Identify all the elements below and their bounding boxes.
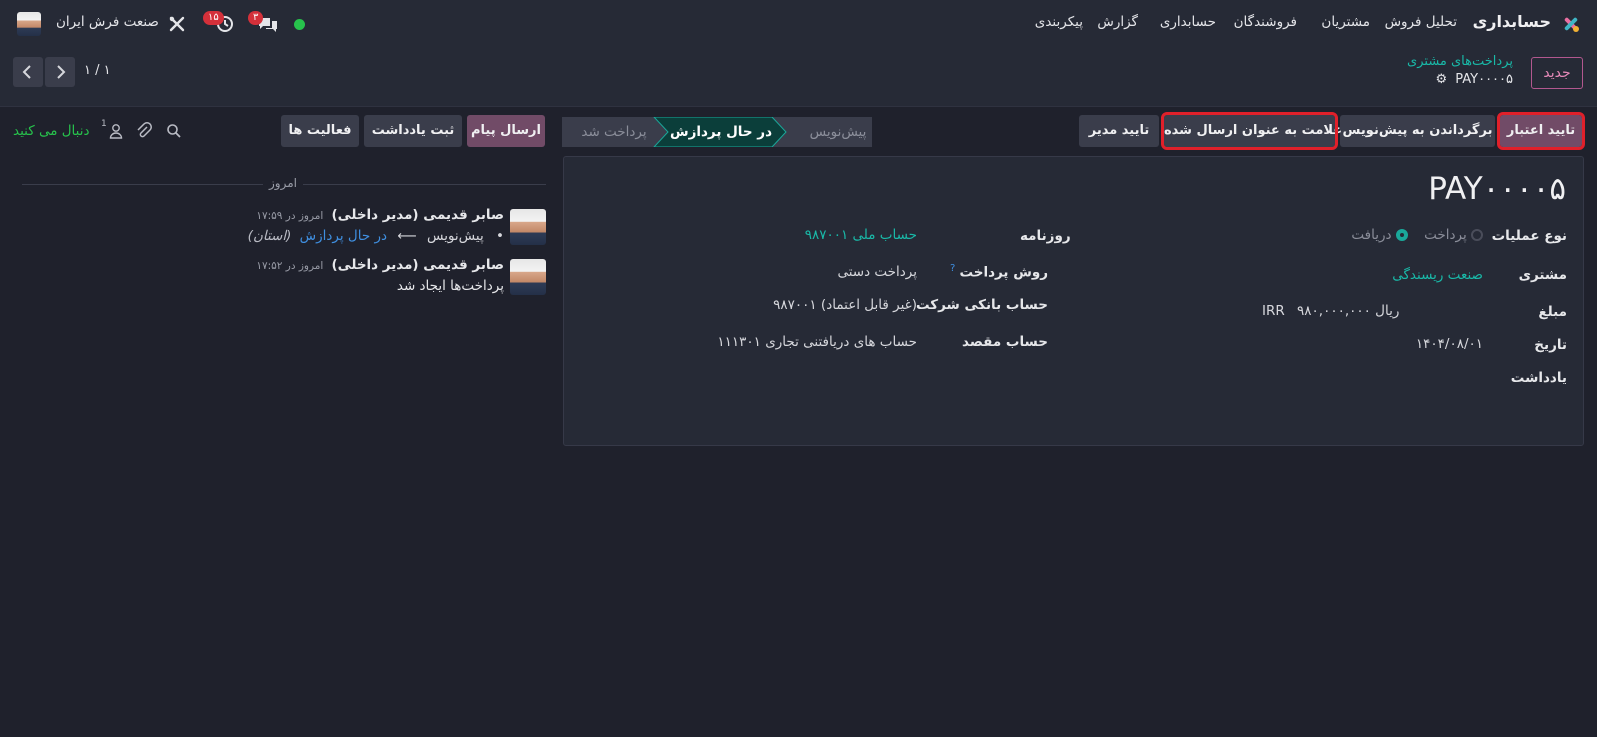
destination-account-label: حساب مقصد [962, 334, 1048, 350]
company-bank-account-value[interactable]: ۹۸۷۰۰۱ (غیر قابل اعتماد) [773, 297, 917, 313]
tracking-new-value: در حال پردازش [299, 228, 388, 244]
menu-reporting[interactable]: گزارش [1097, 14, 1138, 30]
message-author[interactable]: صابر قدیمی (مدیر داخلی) [331, 257, 504, 273]
radio-receipt[interactable] [1395, 229, 1408, 241]
pager-value[interactable]: ۱ / ۱ [84, 63, 111, 78]
apps-icon[interactable] [1561, 14, 1581, 34]
stage-processing[interactable]: در حال پردازش [666, 117, 776, 147]
arrow-icon: ⟵ [397, 228, 417, 244]
payment-method-label-wrap: روش پرداخت ? [950, 263, 1048, 280]
menu-sales-analysis[interactable]: تحلیل فروش [1385, 14, 1457, 30]
control-panel: جدید پرداخت‌های مشتری PAY۰۰۰۰۵ ⚙ ۱ / ۱ [0, 48, 1597, 107]
chevron-right-icon [57, 65, 66, 79]
online-status-icon [294, 19, 305, 30]
radio-payment-label[interactable]: پرداخت [1424, 227, 1467, 243]
breadcrumb-current: PAY۰۰۰۰۵ [1455, 72, 1513, 87]
breadcrumb-current-wrap: PAY۰۰۰۰۵ ⚙ [1435, 72, 1513, 87]
activities-button[interactable]: فعالیت ها [281, 115, 359, 147]
pager-next-button[interactable] [45, 57, 75, 87]
message-time: امروز در ۱۷:۵۲ [256, 260, 324, 272]
message-time: امروز در ۱۷:۵۹ [256, 210, 324, 222]
message-header: صابر قدیمی (مدیر داخلی) امروز در ۱۷:۵۹ [256, 207, 504, 223]
breadcrumb: پرداخت‌های مشتری [1407, 54, 1513, 69]
chevron-left-icon [22, 65, 31, 79]
send-message-button[interactable]: ارسال پیام [467, 115, 545, 147]
app-name[interactable]: حسابداری [1473, 12, 1551, 31]
company-name[interactable]: صنعت فرش ایران [56, 14, 159, 30]
stage-paid[interactable]: پرداخت شد [574, 117, 654, 147]
bullet-icon: • [496, 228, 504, 244]
stage-draft[interactable]: پیش‌نویس [808, 117, 868, 147]
date-value[interactable]: ۱۴۰۴/۰۸/۰۱ [1416, 336, 1483, 352]
operation-type-label: نوع عملیات [1491, 228, 1567, 244]
mark-as-sent-button[interactable]: علامت به عنوان ارسال شده [1161, 112, 1342, 150]
search-icon[interactable] [166, 123, 182, 139]
message-header: صابر قدیمی (مدیر داخلی) امروز در ۱۷:۵۲ [256, 257, 504, 273]
breadcrumb-parent[interactable]: پرداخت‌های مشتری [1407, 54, 1513, 69]
journal-value[interactable]: حساب ملی ۹۸۷۰۰۱ [805, 227, 917, 243]
gear-icon[interactable]: ⚙ [1435, 72, 1447, 87]
amount-value: ریال ۹۸۰,۰۰۰,۰۰۰ [1297, 303, 1400, 319]
record-title: PAY۰۰۰۰۵ [1428, 171, 1566, 207]
note-label: یادداشت [1510, 370, 1567, 386]
message-author[interactable]: صابر قدیمی (مدیر داخلی) [331, 207, 504, 223]
radio-payment[interactable] [1471, 229, 1483, 241]
activity-badge: ۱۵ [203, 11, 224, 25]
payment-method-value[interactable]: پرداخت دستی [837, 264, 917, 280]
message-author-avatar[interactable] [510, 209, 546, 245]
help-icon[interactable]: ? [950, 263, 955, 274]
top-navbar: حسابداری تحلیل فروش مشتریان فروشندگان حس… [0, 0, 1597, 48]
pager-previous-button[interactable] [13, 57, 43, 87]
menu-vendors[interactable]: فروشندگان [1234, 14, 1297, 30]
customer-label: مشتری [1518, 267, 1567, 283]
amount-label: مبلغ [1538, 304, 1567, 320]
journal-label: روزنامه [1020, 228, 1071, 244]
user-icon[interactable] [109, 123, 123, 139]
confirm-credit-button[interactable]: تایید اعتبار [1497, 112, 1585, 150]
tracking-field-name: (استان) [247, 228, 292, 244]
date-label: تاریخ [1534, 337, 1567, 353]
amount-currency: IRR [1262, 303, 1285, 319]
new-button[interactable]: جدید [1531, 57, 1583, 89]
manager-approve-button[interactable]: تایید مدیر [1079, 115, 1159, 147]
operation-type-radio-group: پرداخت دریافت [1351, 227, 1483, 243]
company-bank-account-label: حساب بانکی شرکت [915, 297, 1048, 313]
payment-method-label: روش پرداخت [959, 264, 1048, 281]
menu-configuration[interactable]: پیکربندی [1035, 14, 1083, 30]
form-sheet: PAY۰۰۰۰۵ نوع عملیات پرداخت دریافت مشتری … [563, 156, 1584, 446]
tracking-old-value: پیش‌نویس [426, 228, 484, 244]
day-separator-label: امروز [263, 176, 303, 190]
message-author-avatar[interactable] [510, 259, 546, 295]
user-avatar[interactable] [17, 12, 41, 36]
log-note-button[interactable]: ثبت یادداشت [364, 115, 462, 147]
customer-value[interactable]: صنعت ریسندگی [1392, 267, 1483, 283]
message-body: پرداخت‌ها ایجاد شد [396, 278, 504, 294]
tracking-change: • پیش‌نویس ⟵ در حال پردازش (استان) [248, 228, 504, 244]
destination-account-value[interactable]: ۱۱۱۳۰۱ حساب های دریافتنی تجاری [717, 334, 917, 350]
followers-count: 1 [101, 119, 107, 129]
radio-receipt-label[interactable]: دریافت [1351, 227, 1391, 243]
reset-to-draft-button[interactable]: برگرداندن به پیش‌نویس [1340, 115, 1495, 147]
menu-customers[interactable]: مشتریان [1321, 14, 1370, 30]
following-button[interactable]: دنبال می کنید [13, 123, 90, 139]
tools-icon[interactable] [168, 15, 186, 33]
amount-field[interactable]: IRR ریال ۹۸۰,۰۰۰,۰۰۰ [1262, 303, 1399, 319]
paperclip-icon[interactable] [136, 122, 152, 140]
menu-accounting[interactable]: حسابداری [1160, 14, 1216, 30]
